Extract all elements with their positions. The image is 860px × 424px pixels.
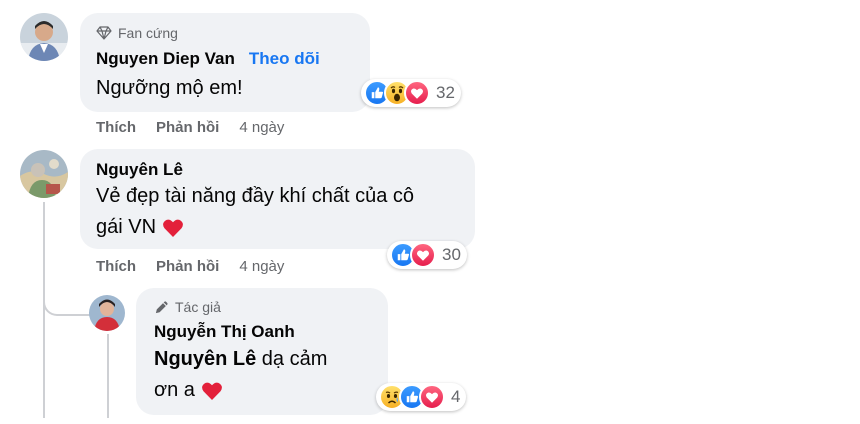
heart-emoji-icon bbox=[201, 381, 223, 401]
reply-text-line-1: Nguyên Lê dạ cảm bbox=[154, 344, 327, 375]
comment-text: Vẻ đẹp tài năng đầy khí chất của cô gái … bbox=[96, 181, 414, 243]
follow-link[interactable]: Theo dõi bbox=[249, 49, 320, 69]
love-reaction-icon bbox=[404, 80, 430, 106]
reactions-summary[interactable]: 4 bbox=[376, 383, 467, 411]
author-name[interactable]: Nguyên Lê bbox=[96, 160, 183, 180]
reply-button[interactable]: Phản hồi bbox=[156, 258, 219, 275]
pencil-icon bbox=[154, 300, 169, 315]
timestamp[interactable]: 4 ngày bbox=[239, 119, 284, 136]
avatar[interactable] bbox=[20, 13, 68, 61]
reply-text: Nguyên Lê dạ cảm ơn a bbox=[154, 344, 327, 406]
like-button[interactable]: Thích bbox=[96, 119, 136, 136]
love-reaction-icon bbox=[419, 384, 445, 410]
comment-text-line: gái VN bbox=[96, 216, 157, 238]
reactions-summary[interactable]: 30 bbox=[387, 241, 467, 269]
author-badge: Tác giả bbox=[154, 299, 221, 315]
comment-header: Nguyen Diep Van Theo dõi bbox=[96, 49, 320, 69]
timestamp[interactable]: 4 ngày bbox=[239, 258, 284, 275]
avatar[interactable] bbox=[89, 295, 125, 331]
author-name[interactable]: Nguyen Diep Van bbox=[96, 49, 235, 69]
reactions-summary[interactable]: 32 bbox=[361, 79, 461, 107]
badge-label: Tác giả bbox=[175, 299, 221, 315]
fan-badge: Fan cứng bbox=[96, 25, 178, 41]
mention-link[interactable]: Nguyên Lê bbox=[154, 348, 256, 370]
reaction-count: 4 bbox=[451, 387, 461, 406]
comment-actions: Thích Phản hồi 4 ngày bbox=[96, 258, 284, 275]
comment-actions: Thích Phản hồi 4 ngày bbox=[96, 119, 284, 136]
reply-thread-line bbox=[107, 334, 109, 418]
reaction-count: 32 bbox=[436, 83, 455, 102]
diamond-icon bbox=[96, 26, 112, 40]
comment-text: Ngưỡng mộ em! bbox=[96, 77, 243, 99]
reaction-count: 30 bbox=[442, 245, 461, 264]
love-reaction-icon bbox=[410, 242, 436, 268]
reply-text-line: ơn a bbox=[154, 379, 195, 401]
heart-emoji-icon bbox=[162, 218, 184, 238]
reply-text-line: dạ cảm bbox=[256, 348, 328, 370]
reply-connector bbox=[43, 280, 90, 316]
badge-label: Fan cứng bbox=[118, 25, 178, 41]
comment-text-line-2: gái VN bbox=[96, 212, 414, 243]
comment-text-line: Vẻ đẹp tài năng đầy khí chất của cô bbox=[96, 185, 414, 207]
reply-button[interactable]: Phản hồi bbox=[156, 119, 219, 136]
reply-text-line-2: ơn a bbox=[154, 375, 327, 406]
like-button[interactable]: Thích bbox=[96, 258, 136, 275]
avatar[interactable] bbox=[20, 150, 68, 198]
author-name[interactable]: Nguyễn Thị Oanh bbox=[154, 322, 295, 342]
